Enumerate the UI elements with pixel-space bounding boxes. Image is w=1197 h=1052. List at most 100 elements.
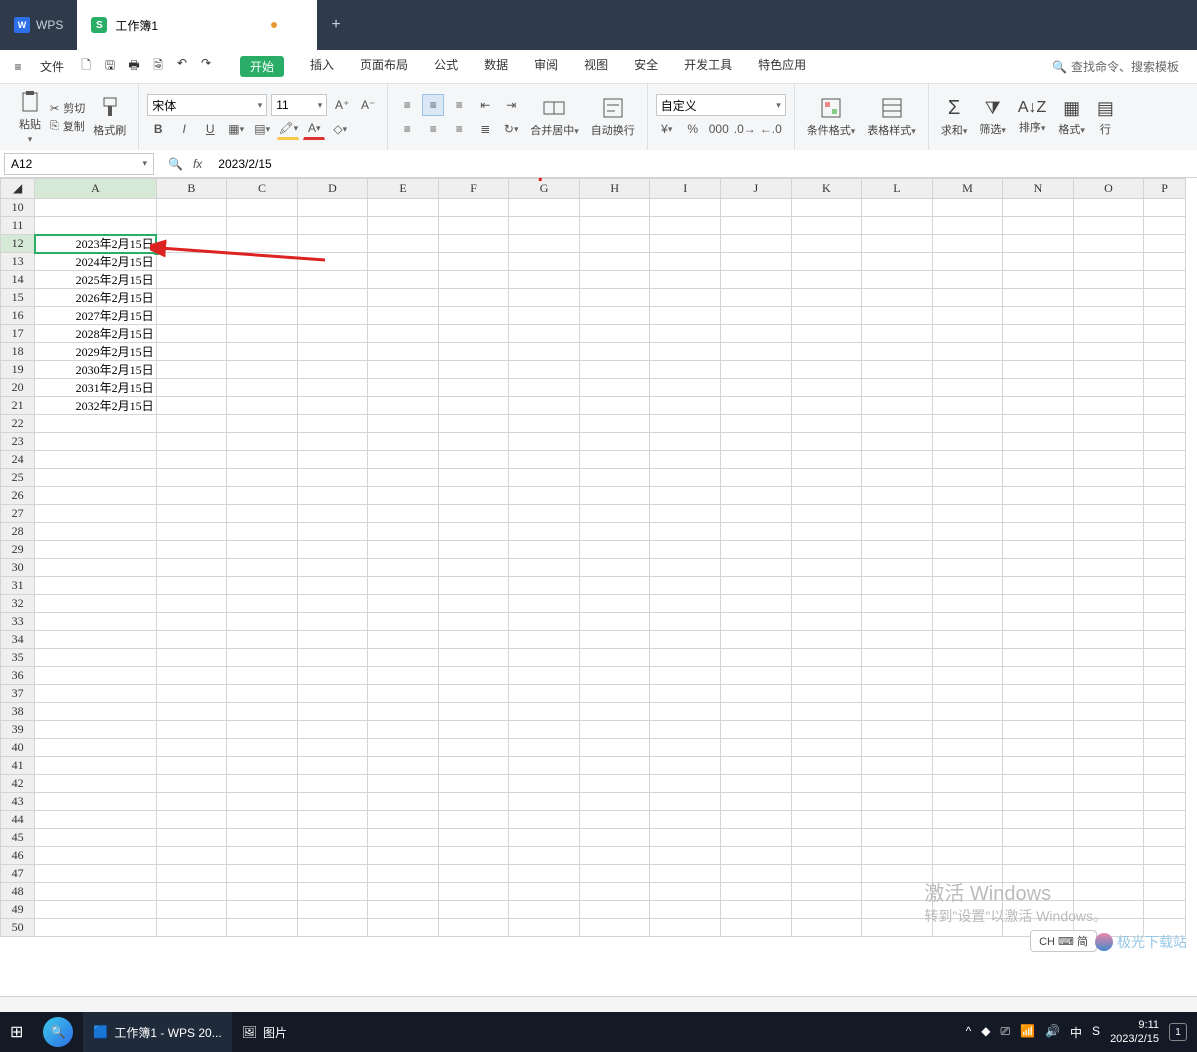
cell[interactable] <box>368 289 439 307</box>
cell[interactable] <box>156 523 227 541</box>
cell[interactable]: 2023年2月15日 <box>35 235 156 253</box>
row-header[interactable]: 49 <box>1 901 35 919</box>
cell[interactable] <box>579 811 650 829</box>
cell[interactable] <box>862 541 933 559</box>
row-header[interactable]: 26 <box>1 487 35 505</box>
cell[interactable] <box>35 487 156 505</box>
cell[interactable] <box>438 685 509 703</box>
cell[interactable] <box>1003 631 1074 649</box>
cell[interactable] <box>368 199 439 217</box>
cell[interactable] <box>932 757 1003 775</box>
cell[interactable] <box>791 919 862 937</box>
notification-button[interactable]: 1 <box>1169 1023 1187 1041</box>
cell[interactable] <box>650 451 721 469</box>
cell[interactable] <box>862 469 933 487</box>
decimal-inc-button[interactable]: .0→ <box>734 118 756 140</box>
conditional-format-button[interactable]: 条件格式▾ <box>803 96 860 138</box>
ribbon-tab-7[interactable]: 安全 <box>624 56 668 73</box>
cell[interactable] <box>1144 541 1186 559</box>
cell[interactable] <box>650 415 721 433</box>
cell[interactable] <box>297 793 368 811</box>
search-button[interactable]: 🔍 <box>33 1012 83 1052</box>
tray-icon-2[interactable]: ⎚ <box>1001 1024 1011 1041</box>
cell[interactable] <box>1073 775 1144 793</box>
cell[interactable] <box>862 919 933 937</box>
cell[interactable] <box>1144 217 1186 235</box>
cell[interactable] <box>438 811 509 829</box>
cell[interactable] <box>227 595 298 613</box>
cell[interactable] <box>650 559 721 577</box>
cell[interactable] <box>932 793 1003 811</box>
cell[interactable] <box>227 271 298 289</box>
cell[interactable] <box>579 523 650 541</box>
cell[interactable] <box>509 703 580 721</box>
cell[interactable] <box>1144 775 1186 793</box>
cell[interactable] <box>438 649 509 667</box>
row-header[interactable]: 43 <box>1 793 35 811</box>
cell[interactable] <box>438 487 509 505</box>
cell[interactable] <box>579 703 650 721</box>
cell[interactable] <box>650 505 721 523</box>
cell[interactable] <box>297 883 368 901</box>
cell[interactable] <box>35 541 156 559</box>
cell[interactable] <box>1144 577 1186 595</box>
cell[interactable] <box>791 613 862 631</box>
cell[interactable] <box>156 883 227 901</box>
cell[interactable] <box>156 253 227 271</box>
cell[interactable] <box>368 451 439 469</box>
cell[interactable] <box>509 811 580 829</box>
cell[interactable] <box>297 811 368 829</box>
new-tab-button[interactable]: + <box>317 0 354 50</box>
cell[interactable] <box>862 703 933 721</box>
cell[interactable] <box>35 217 156 235</box>
cell[interactable] <box>156 217 227 235</box>
cell[interactable] <box>156 595 227 613</box>
cell[interactable] <box>791 235 862 253</box>
column-header[interactable]: D <box>297 179 368 199</box>
currency-button[interactable]: ¥▾ <box>656 118 678 140</box>
format-painter[interactable]: 格式刷 <box>89 96 130 138</box>
select-all-corner[interactable]: ◢ <box>1 179 35 199</box>
column-header[interactable]: J <box>721 179 792 199</box>
wps-home[interactable]: W WPS <box>0 0 77 50</box>
cell[interactable] <box>579 397 650 415</box>
cell[interactable] <box>862 397 933 415</box>
cell[interactable] <box>227 199 298 217</box>
cell[interactable] <box>862 253 933 271</box>
cell[interactable] <box>509 667 580 685</box>
cell[interactable] <box>932 289 1003 307</box>
cell[interactable] <box>650 397 721 415</box>
cell[interactable] <box>1073 343 1144 361</box>
cell[interactable] <box>1073 595 1144 613</box>
cell[interactable] <box>1073 793 1144 811</box>
cell[interactable] <box>156 649 227 667</box>
cell[interactable] <box>156 289 227 307</box>
cell[interactable] <box>1144 811 1186 829</box>
row-header[interactable]: 48 <box>1 883 35 901</box>
cell[interactable] <box>1144 739 1186 757</box>
cell[interactable] <box>509 307 580 325</box>
cell[interactable] <box>509 829 580 847</box>
cell[interactable] <box>579 901 650 919</box>
cell[interactable] <box>227 721 298 739</box>
cell[interactable] <box>368 649 439 667</box>
cell[interactable] <box>791 631 862 649</box>
cell[interactable] <box>156 343 227 361</box>
cell[interactable] <box>579 217 650 235</box>
cell[interactable] <box>791 397 862 415</box>
cell[interactable] <box>862 631 933 649</box>
merge-center-button[interactable]: 合并居中▾ <box>526 96 583 138</box>
cell[interactable] <box>579 451 650 469</box>
cell[interactable] <box>932 685 1003 703</box>
cell[interactable] <box>297 721 368 739</box>
cell[interactable] <box>721 307 792 325</box>
copy-button[interactable]: ⎘复制 <box>50 118 85 134</box>
cell[interactable] <box>1073 559 1144 577</box>
cell[interactable] <box>862 451 933 469</box>
taskbar-app[interactable]: 🖼图片 <box>232 1012 297 1052</box>
cell[interactable] <box>1003 235 1074 253</box>
cell[interactable] <box>297 901 368 919</box>
cell[interactable] <box>579 271 650 289</box>
decimal-dec-button[interactable]: ←.0 <box>760 118 782 140</box>
cell[interactable] <box>438 379 509 397</box>
